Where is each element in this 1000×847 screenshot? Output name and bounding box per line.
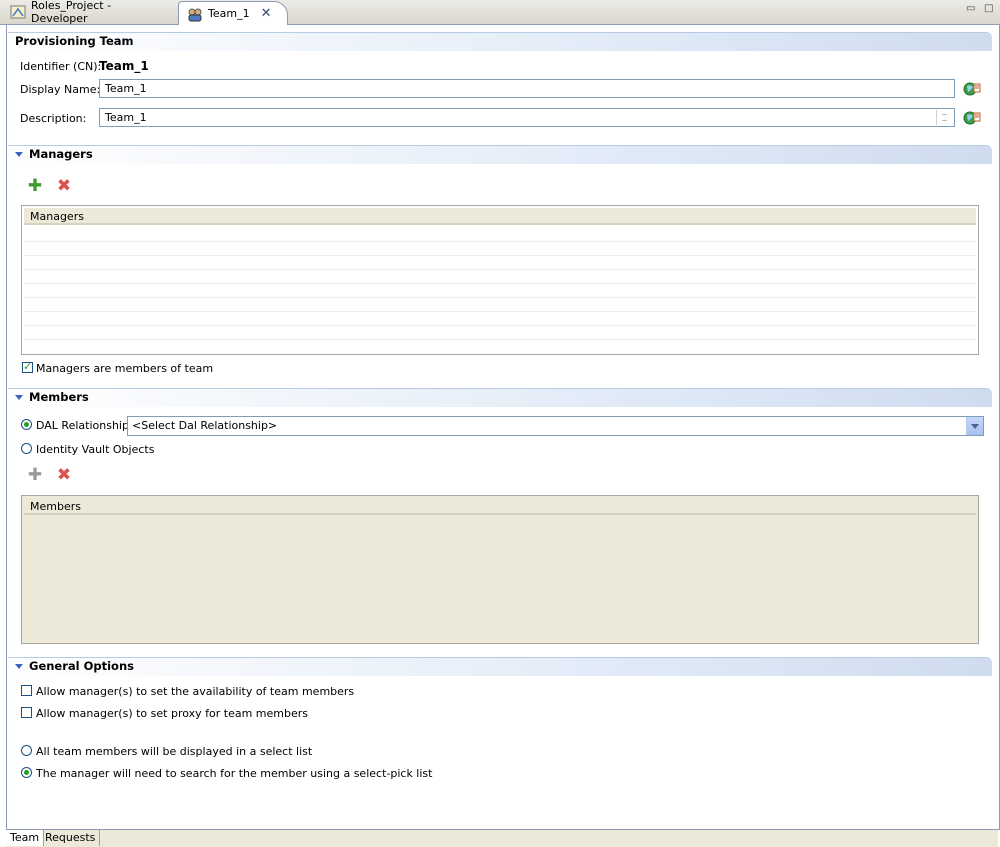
managers-column-header[interactable]: Managers bbox=[24, 208, 976, 225]
select-list-radio[interactable] bbox=[21, 745, 32, 756]
table-row bbox=[24, 325, 976, 340]
select-value: <Select Dal Relationship> bbox=[132, 419, 278, 432]
description-value: Team_1 bbox=[105, 111, 147, 124]
members-column-header[interactable]: Members bbox=[24, 498, 976, 515]
section-title: General Options bbox=[29, 659, 134, 673]
proxy-label: Allow manager(s) to set proxy for team m… bbox=[36, 707, 308, 720]
table-row bbox=[24, 269, 976, 284]
section-general-options[interactable]: General Options bbox=[8, 657, 992, 676]
table-row bbox=[24, 241, 976, 256]
description-label: Description: bbox=[20, 112, 87, 125]
table-row bbox=[24, 283, 976, 298]
managers-members-checkbox[interactable] bbox=[22, 360, 33, 373]
display-name-field[interactable]: Team_1 bbox=[99, 79, 955, 98]
section-managers[interactable]: Managers bbox=[8, 145, 992, 164]
section-title: Members bbox=[29, 390, 89, 404]
availability-checkbox[interactable] bbox=[21, 685, 32, 696]
identifier-value: Team_1 bbox=[99, 59, 149, 73]
tab-label: Team_1 bbox=[208, 7, 250, 20]
select-list-label: All team members will be displayed in a … bbox=[36, 745, 313, 758]
section-members[interactable]: Members bbox=[8, 388, 992, 407]
collapse-triangle-icon bbox=[15, 395, 23, 400]
dal-relationship-select[interactable]: <Select Dal Relationship> bbox=[127, 416, 984, 436]
project-icon bbox=[10, 4, 26, 20]
remove-member-icon[interactable]: ✖ bbox=[56, 467, 72, 484]
chevron-down-icon[interactable] bbox=[966, 417, 983, 435]
members-table[interactable]: Members bbox=[21, 495, 979, 644]
collapse-triangle-icon bbox=[15, 152, 23, 157]
identity-vault-radio[interactable] bbox=[21, 443, 32, 454]
dal-relationship-label: DAL Relationship bbox=[36, 419, 129, 432]
table-row bbox=[24, 297, 976, 312]
localize-icon[interactable] bbox=[963, 81, 981, 97]
tab-roles-project[interactable]: Roles_Project - Developer bbox=[2, 0, 174, 25]
add-manager-icon[interactable]: ✚ bbox=[27, 178, 43, 195]
localize-icon[interactable] bbox=[963, 110, 981, 126]
dal-relationship-radio[interactable] bbox=[21, 419, 32, 430]
tab-team[interactable]: Team bbox=[6, 830, 45, 846]
availability-label: Allow manager(s) to set the availability… bbox=[36, 685, 355, 698]
managers-members-label: Managers are members of team bbox=[36, 362, 214, 375]
collapse-triangle-icon bbox=[15, 664, 23, 669]
editor-tab-bar: Roles_Project - Developer Team_1 ✕ ▭ □ bbox=[0, 0, 1000, 25]
table-row bbox=[24, 311, 976, 326]
select-pick-label: The manager will need to search for the … bbox=[36, 767, 433, 780]
identity-vault-label: Identity Vault Objects bbox=[36, 443, 155, 456]
editor-page-tabs: Team Requests bbox=[6, 829, 998, 847]
tab-label: Roles_Project - Developer bbox=[31, 0, 112, 25]
section-provisioning-team: Provisioning Team bbox=[8, 32, 992, 51]
display-name-label: Display Name: bbox=[20, 83, 101, 96]
scroll-stepper[interactable] bbox=[936, 110, 953, 125]
section-title: Provisioning Team bbox=[15, 34, 134, 48]
team-icon bbox=[187, 6, 203, 22]
maximize-icon[interactable]: □ bbox=[984, 3, 993, 14]
minimize-icon[interactable]: ▭ bbox=[966, 3, 975, 14]
section-title: Managers bbox=[29, 147, 93, 161]
tab-team-1[interactable]: Team_1 ✕ bbox=[178, 1, 288, 25]
table-row bbox=[24, 227, 976, 242]
close-icon[interactable]: ✕ bbox=[261, 7, 272, 20]
description-field[interactable]: Team_1 bbox=[99, 108, 955, 127]
table-row bbox=[24, 255, 976, 270]
identifier-label: Identifier (CN): bbox=[20, 60, 102, 73]
add-member-icon[interactable]: ✚ bbox=[27, 467, 43, 484]
remove-manager-icon[interactable]: ✖ bbox=[56, 178, 72, 195]
tab-requests[interactable]: Requests bbox=[41, 830, 101, 846]
proxy-checkbox[interactable] bbox=[21, 707, 32, 718]
managers-table[interactable]: Managers bbox=[21, 205, 979, 355]
select-pick-radio[interactable] bbox=[21, 767, 32, 778]
